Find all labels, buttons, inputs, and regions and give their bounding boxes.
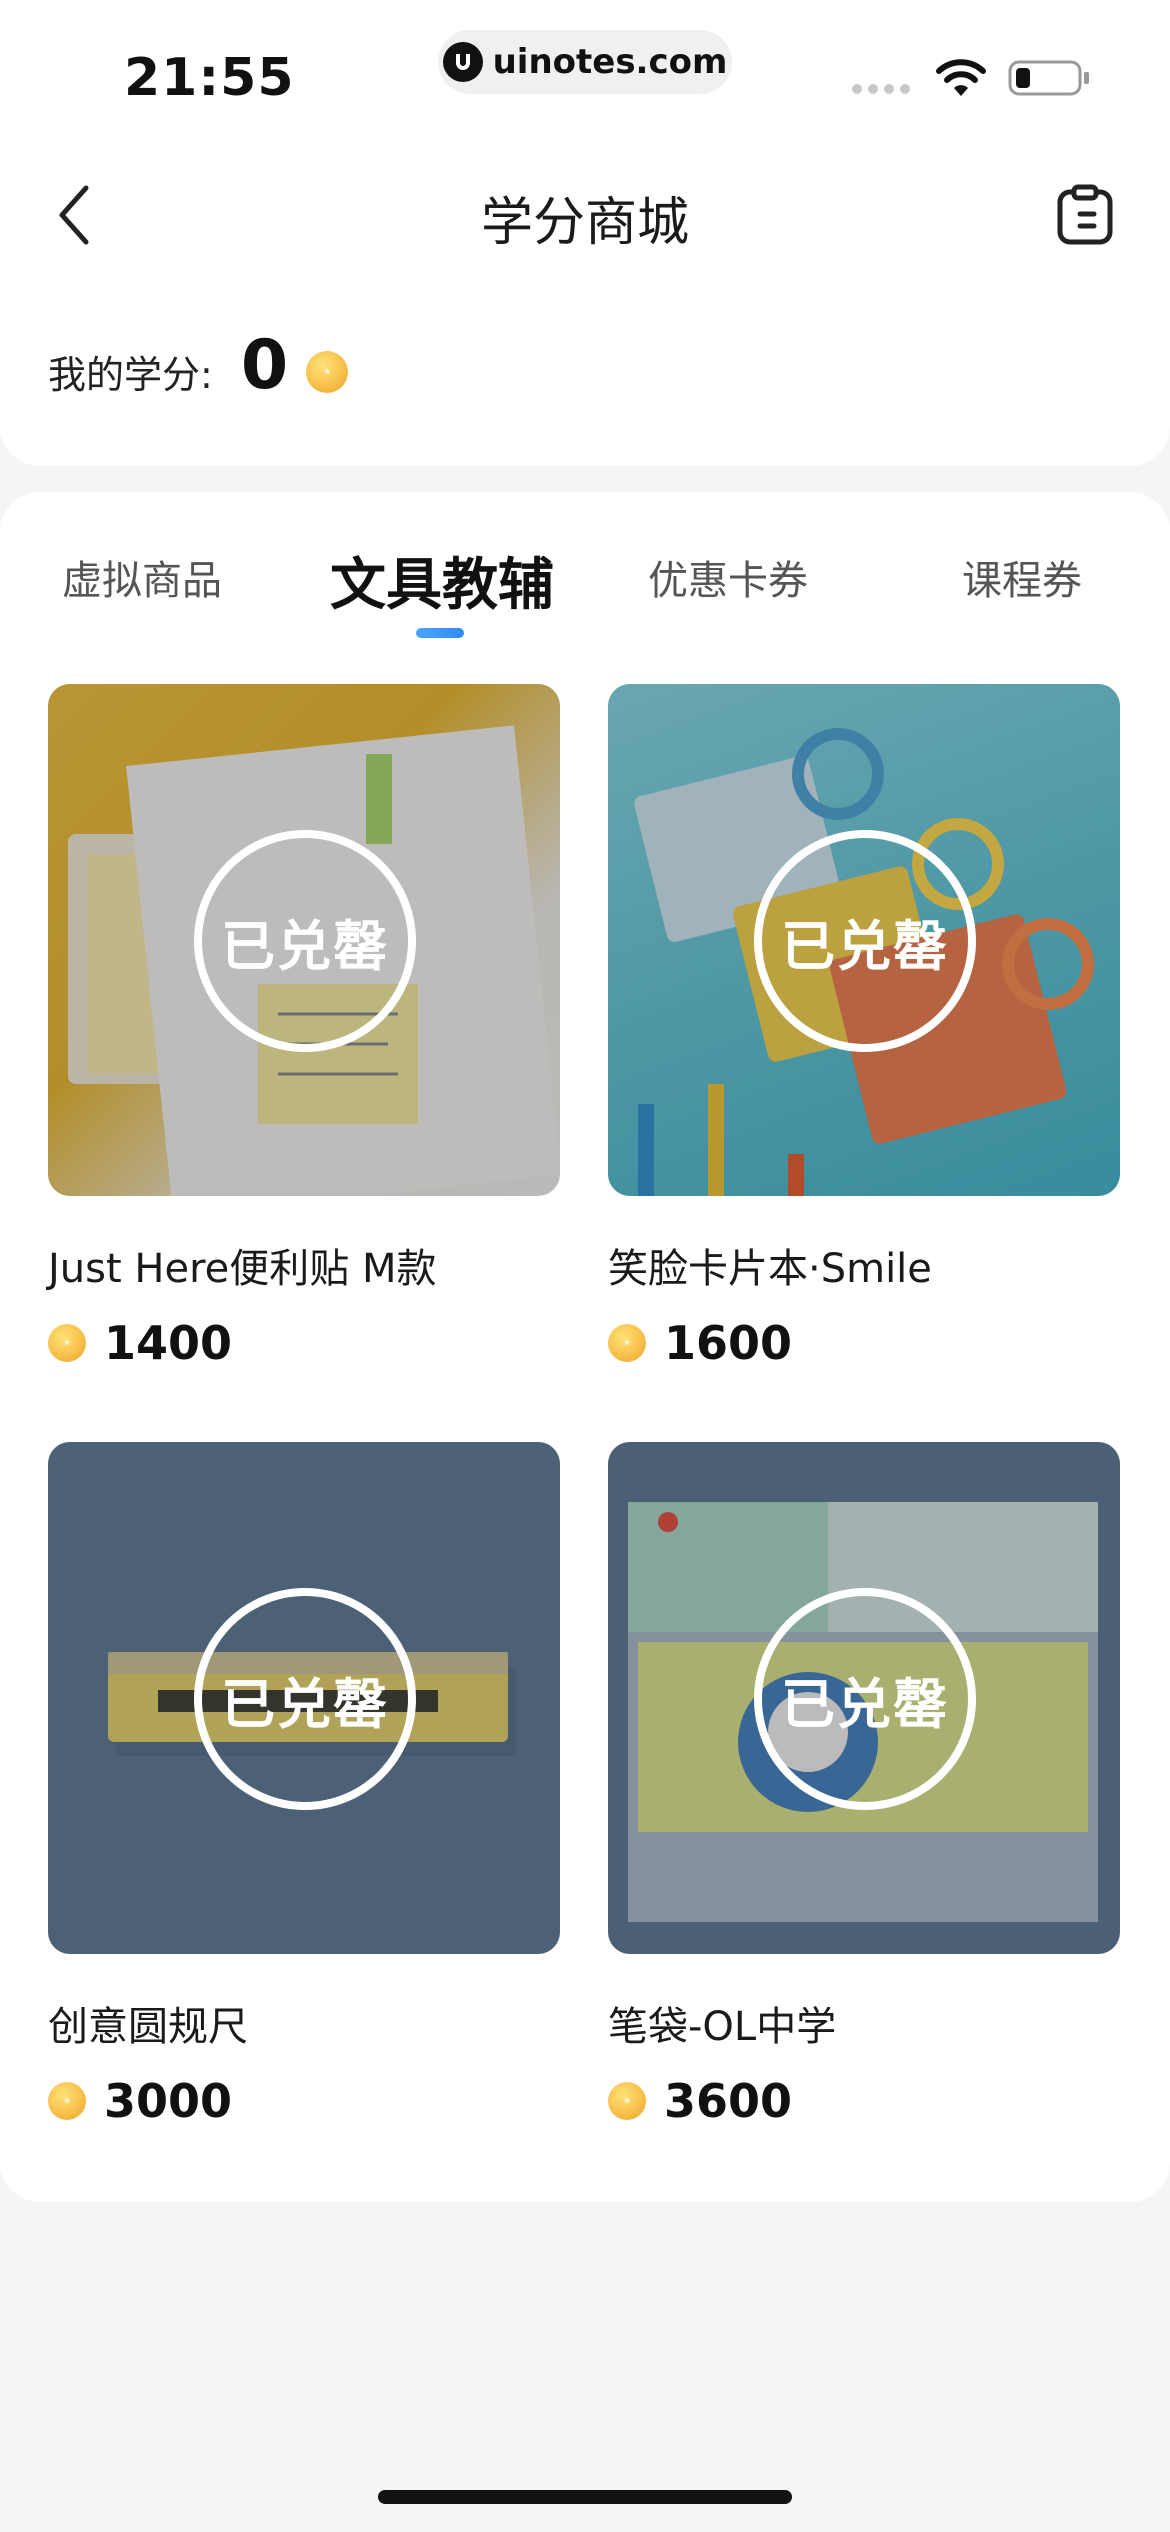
coin-icon bbox=[48, 2082, 86, 2120]
cellular-signal-icon bbox=[852, 84, 910, 94]
credits-value: 0 bbox=[240, 326, 289, 405]
price-value: 3000 bbox=[104, 2074, 233, 2128]
clipboard-icon[interactable] bbox=[1056, 184, 1114, 246]
products-card: 虚拟商品 文具教辅 优惠卡券 课程券 已兑罄 Just Here便利贴 M款 ★… bbox=[0, 492, 1170, 2202]
my-credits: 我的学分: 0 bbox=[48, 326, 349, 405]
coin-icon bbox=[306, 350, 349, 393]
product-image: 已兑罄 bbox=[48, 684, 560, 1196]
active-tab-indicator bbox=[416, 628, 464, 638]
battery-icon bbox=[1008, 60, 1089, 96]
url-pill[interactable]: uinotes.com bbox=[438, 30, 732, 94]
coin-icon bbox=[608, 2082, 646, 2120]
product-name: Just Here便利贴 M款 bbox=[48, 1246, 437, 1292]
product-name: 笑脸卡片本·Smile bbox=[608, 1246, 932, 1292]
sold-out-badge: 已兑罄 bbox=[194, 830, 416, 1052]
product-card[interactable]: 已兑罄 Just Here便利贴 M款 1400 bbox=[48, 684, 560, 1370]
price-value: 1600 bbox=[664, 1316, 793, 1370]
sold-out-badge: 已兑罄 bbox=[194, 1588, 416, 1810]
status-bar: 21:55 uinotes.com bbox=[0, 0, 1170, 140]
sold-out-badge: 已兑罄 bbox=[754, 830, 976, 1052]
site-logo-icon bbox=[442, 42, 483, 82]
price-value: 1400 bbox=[104, 1316, 233, 1370]
product-card[interactable]: 已兑罄 笔袋-OL中学 3600 bbox=[608, 1442, 1120, 2128]
wifi-icon bbox=[936, 59, 986, 96]
coin-icon bbox=[48, 1324, 86, 1362]
product-card[interactable]: 已兑罄 笑脸卡片本·Smile 1600 bbox=[608, 684, 1120, 1370]
product-name: 笔袋-OL中学 bbox=[608, 2004, 837, 2050]
category-tabs: 虚拟商品 文具教辅 优惠卡券 课程券 bbox=[0, 492, 1170, 652]
product-price: 3600 bbox=[608, 2074, 1120, 2128]
sold-out-text: 已兑罄 bbox=[781, 914, 949, 978]
status-time: 21:55 bbox=[124, 48, 295, 108]
tab-coupons[interactable]: 优惠卡券 bbox=[648, 548, 808, 606]
product-image: 已兑罄 bbox=[608, 1442, 1120, 1954]
tab-course-vouchers[interactable]: 课程券 bbox=[962, 548, 1082, 606]
credits-label: 我的学分: bbox=[48, 353, 213, 397]
product-price: 1600 bbox=[608, 1316, 1120, 1370]
sold-out-text: 已兑罄 bbox=[221, 1672, 389, 1736]
product-price: 1400 bbox=[48, 1316, 560, 1370]
home-indicator[interactable] bbox=[378, 2490, 792, 2504]
product-image: 已兑罄 bbox=[608, 684, 1120, 1196]
product-name: 创意圆规尺 bbox=[48, 2004, 248, 2050]
tab-virtual-goods[interactable]: 虚拟商品 bbox=[62, 548, 222, 606]
url-text: uinotes.com bbox=[492, 42, 728, 82]
coin-icon bbox=[608, 1324, 646, 1362]
sold-out-text: 已兑罄 bbox=[221, 914, 389, 978]
page-title: 学分商城 bbox=[480, 193, 689, 253]
product-price: 3000 bbox=[48, 2074, 560, 2128]
tab-stationery[interactable]: 文具教辅 bbox=[330, 540, 554, 621]
price-value: 3600 bbox=[664, 2074, 793, 2128]
sold-out-text: 已兑罄 bbox=[781, 1672, 949, 1736]
product-card[interactable]: 已兑罄 创意圆规尺 3000 bbox=[48, 1442, 560, 2128]
sold-out-badge: 已兑罄 bbox=[754, 1588, 976, 1810]
product-image: 已兑罄 bbox=[48, 1442, 560, 1954]
